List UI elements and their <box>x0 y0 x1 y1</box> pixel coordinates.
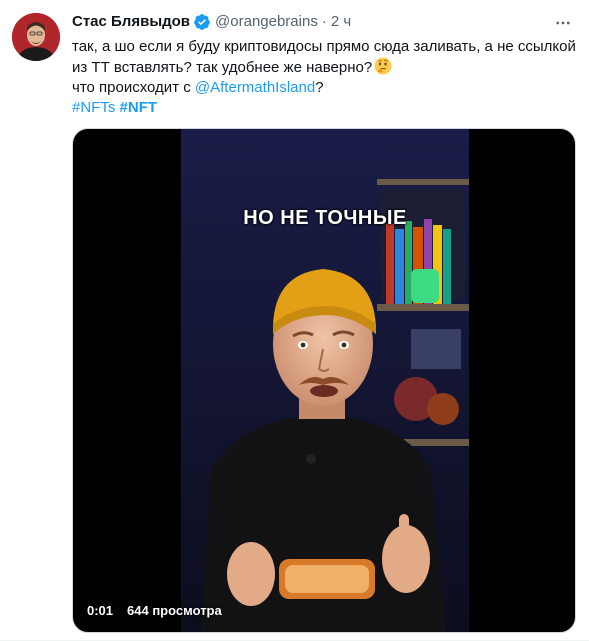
more-options-icon[interactable] <box>553 13 573 33</box>
video-caption: НО НЕ ТОЧНЫЕ <box>243 207 407 229</box>
tweet[interactable]: Стас Блявыдов @orangebrains · 2 ч так, а… <box>0 0 589 641</box>
header-separator: · <box>321 13 327 30</box>
tweet-text-line-3-suffix: ? <box>315 79 324 96</box>
tweet-text-line-3-prefix: что происходит с <box>72 79 195 96</box>
video-thumbnail <box>181 129 469 632</box>
video-player[interactable]: НО НЕ ТОЧНЫЕ 0:01 644 просмотра <box>72 128 576 633</box>
hashtag-link-nft[interactable]: #NFT <box>120 99 158 116</box>
tweet-text-line-2-text: из ТТ вставлять? так удобнее же наверно? <box>72 59 373 76</box>
hashtag-link-nfts[interactable]: #NFTs <box>72 99 115 116</box>
author-name[interactable]: Стас Блявыдов <box>72 12 190 32</box>
verified-badge-icon <box>193 13 211 31</box>
tweet-hashtags: #NFTs #NFT <box>72 98 577 118</box>
tweet-text: так, а шо если я буду криптовидосы прямо… <box>72 37 577 118</box>
tweet-content: Стас Блявыдов @orangebrains · 2 ч так, а… <box>72 12 577 118</box>
tweet-text-line-2: из ТТ вставлять? так удобнее же наверно? <box>72 57 577 78</box>
video-frame[interactable]: НО НЕ ТОЧНЫЕ <box>181 129 469 632</box>
tweet-text-line-1: так, а шо если я буду криптовидосы прямо… <box>72 38 576 55</box>
author-handle[interactable]: @orangebrains <box>215 12 318 32</box>
video-elapsed-time: 0:01 <box>87 603 114 618</box>
video-info: 0:01 644 просмотра <box>87 603 222 618</box>
avatar[interactable] <box>12 13 60 61</box>
tweet-timestamp[interactable]: 2 ч <box>331 12 351 32</box>
tweet-text-line-3: что происходит с @AftermathIsland? <box>72 78 577 98</box>
video-view-count: 644 просмотра <box>127 603 222 618</box>
avatar-portrait <box>12 13 60 61</box>
thinking-face-icon <box>374 57 392 75</box>
tweet-header: Стас Блявыдов @orangebrains · 2 ч <box>72 12 577 32</box>
mention-link[interactable]: @AftermathIsland <box>195 79 315 96</box>
